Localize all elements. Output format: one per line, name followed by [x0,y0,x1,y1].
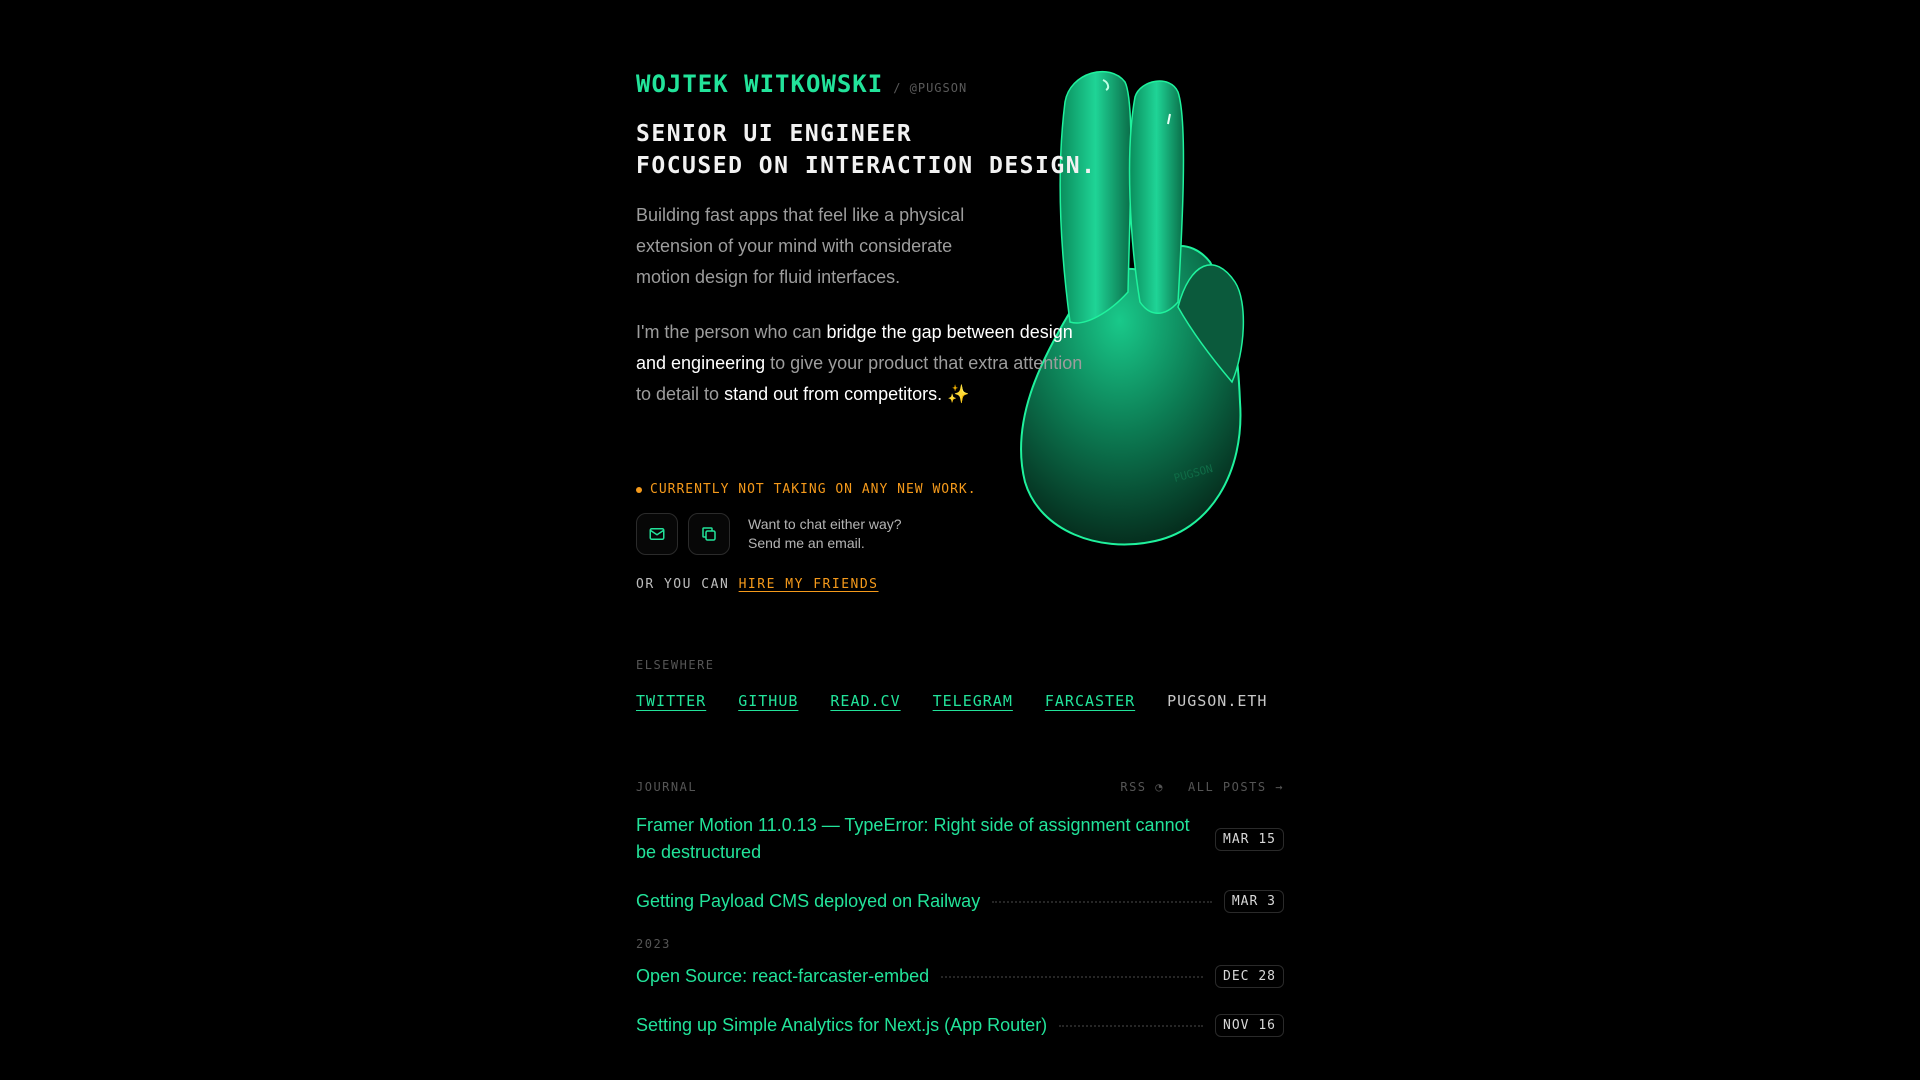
hire-friends-link[interactable]: HIRE MY FRIENDS [739,577,879,592]
contact-row: Want to chat either way? Send me an emai… [636,513,1284,555]
headline-line-2: FOCUSED ON INTERACTION DESIGN. [636,153,1097,179]
social-links: TWITTER GITHUB READ.CV TELEGRAM FARCASTE… [636,692,1284,710]
post-row[interactable]: Framer Motion 11.0.13 — TypeError: Right… [636,812,1284,866]
post-title[interactable]: Getting Payload CMS deployed on Railway [636,888,980,915]
post-date: DEC 28 [1215,965,1284,988]
post-title[interactable]: Setting up Simple Analytics for Next.js … [636,1012,1047,1039]
post-title[interactable]: Framer Motion 11.0.13 — TypeError: Right… [636,812,1191,866]
status-text: CURRENTLY NOT TAKING ON ANY NEW WORK. [650,482,977,497]
contact-line-1: Want to chat either way? [748,516,902,532]
post-row[interactable]: Open Source: react-farcaster-embed DEC 2… [636,963,1284,990]
link-readcv[interactable]: READ.CV [830,692,900,710]
post-row[interactable]: Setting up Simple Analytics for Next.js … [636,1012,1284,1039]
status-dot [636,486,642,493]
journal-actions: RSS ◔ ALL POSTS → [1120,780,1284,794]
contact-line-2: Send me an email. [748,535,865,551]
author-handle: / @PUGSON [893,81,968,95]
ens-name: PUGSON.ETH [1167,692,1268,710]
copy-icon [702,527,716,541]
name-row: WOJTEK WITKOWSKI / @PUGSON [636,70,1284,98]
about-highlight-2: stand out from competitors. [724,384,943,404]
hire-friends-row: OR YOU CAN HIRE MY FRIENDS [636,577,1284,592]
author-name: WOJTEK WITKOWSKI [636,70,884,98]
page: PUGSON WOJTEK WITKOWSKI / @PUGSON SENIOR… [0,0,1920,1080]
about-text-1: I'm the person who can [636,322,827,342]
post-date: NOV 16 [1215,1014,1284,1037]
year-label: 2023 [636,937,671,951]
link-telegram[interactable]: TELEGRAM [933,692,1013,710]
leader-dots [992,900,1212,903]
post-row[interactable]: Getting Payload CMS deployed on Railway … [636,888,1284,915]
elsewhere-section: ELSEWHERE TWITTER GITHUB READ.CV TELEGRA… [636,658,1284,710]
leader-dots [1059,1024,1204,1027]
main-content: WOJTEK WITKOWSKI / @PUGSON SENIOR UI ENG… [636,70,1284,1039]
email-button[interactable] [636,513,678,555]
leader-dots [941,975,1204,978]
hire-friends-prefix: OR YOU CAN [636,577,730,592]
journal-label: JOURNAL [636,780,698,794]
rss-link[interactable]: RSS ◔ [1120,780,1164,794]
link-github[interactable]: GITHUB [738,692,798,710]
post-title[interactable]: Open Source: react-farcaster-embed [636,963,929,990]
copy-email-button[interactable] [688,513,730,555]
journal-header: JOURNAL RSS ◔ ALL POSTS → [636,780,1284,794]
availability-status: CURRENTLY NOT TAKING ON ANY NEW WORK. [636,482,1284,497]
headline: SENIOR UI ENGINEER FOCUSED ON INTERACTIO… [636,118,1284,182]
all-posts-link[interactable]: ALL POSTS → [1188,780,1284,794]
journal-section: JOURNAL RSS ◔ ALL POSTS → Framer Motion … [636,780,1284,1039]
about-paragraph: I'm the person who can bridge the gap be… [636,317,1096,410]
rss-label: RSS [1120,780,1147,794]
rss-icon: ◔ [1155,780,1165,794]
sparkles-icon: ✨ [947,384,970,404]
elsewhere-label: ELSEWHERE [636,658,715,672]
link-twitter[interactable]: TWITTER [636,692,706,710]
post-date: MAR 15 [1215,827,1284,851]
headline-line-1: SENIOR UI ENGINEER [636,121,913,147]
link-farcaster[interactable]: FARCASTER [1045,692,1135,710]
intro-paragraph: Building fast apps that feel like a phys… [636,205,965,287]
post-date: MAR 3 [1223,890,1284,913]
contact-text: Want to chat either way? Send me an emai… [748,515,902,553]
mail-icon [649,528,665,540]
